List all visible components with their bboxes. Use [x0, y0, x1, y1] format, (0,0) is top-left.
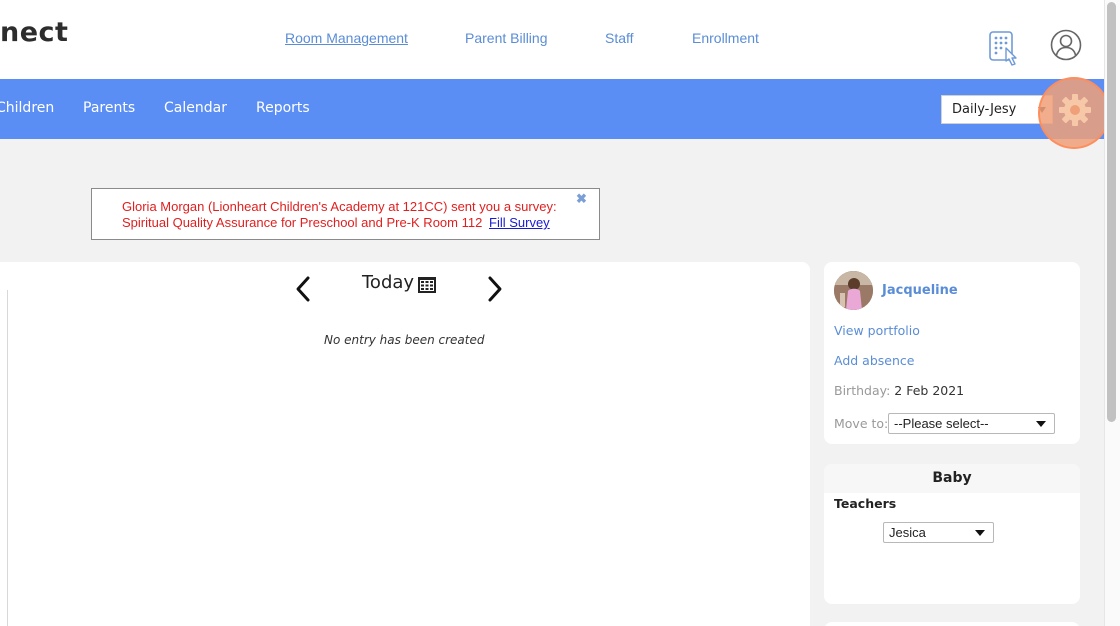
top-header: [0, 0, 1104, 79]
survey-message-line2: Spiritual Quality Assurance for Preschoo…: [122, 215, 483, 230]
nav-item-calendar[interactable]: Calendar: [164, 100, 227, 116]
survey-banner: Gloria Morgan (Lionheart Children's Acad…: [91, 188, 600, 240]
survey-message-line1: Gloria Morgan (Lionheart Children's Acad…: [122, 199, 557, 214]
add-absence-link[interactable]: Add absence: [834, 353, 914, 368]
view-portfolio-link[interactable]: View portfolio: [834, 323, 920, 338]
chevron-down-icon: [975, 530, 985, 536]
app-logo[interactable]: nect: [0, 17, 68, 48]
date-label: Today: [362, 272, 415, 293]
fill-survey-link[interactable]: Fill Survey: [489, 215, 550, 230]
calendar-icon[interactable]: [417, 276, 437, 294]
next-card: [824, 622, 1080, 626]
chevron-down-icon: [1036, 421, 1046, 427]
teacher-select[interactable]: Jesica: [883, 522, 994, 543]
move-to-select-value: --Please select--: [894, 416, 989, 431]
nav-link-enrollment[interactable]: Enrollment: [692, 30, 759, 46]
room-name: Baby: [932, 470, 972, 486]
child-name-link[interactable]: Jacqueline: [882, 283, 958, 298]
birthday-label: Birthday:: [834, 383, 891, 398]
nav-item-parents[interactable]: Parents: [83, 100, 135, 116]
previous-day-arrow-icon[interactable]: [294, 274, 312, 304]
kiosk-keypad-icon[interactable]: [988, 30, 1022, 68]
daily-entries-panel: [0, 262, 810, 626]
nav-link-parent-billing[interactable]: Parent Billing: [465, 30, 548, 46]
divider: [7, 290, 8, 626]
move-to-select[interactable]: --Please select--: [888, 413, 1055, 434]
gear-icon[interactable]: [1058, 93, 1092, 127]
next-day-arrow-icon[interactable]: [486, 274, 504, 304]
teacher-select-value: Jesica: [889, 525, 926, 540]
nav-item-reports[interactable]: Reports: [256, 100, 310, 116]
birthday-value: 2 Feb 2021: [894, 383, 965, 398]
nav-link-staff[interactable]: Staff: [605, 30, 634, 46]
room-select-value: Daily-Jesy: [952, 102, 1017, 117]
move-to-label: Move to:: [834, 416, 889, 431]
child-avatar[interactable]: [834, 271, 873, 310]
empty-state-message: No entry has been created: [324, 333, 485, 347]
teachers-label: Teachers: [834, 496, 897, 511]
user-account-icon[interactable]: [1050, 29, 1082, 61]
close-icon[interactable]: ✖: [576, 191, 587, 207]
nav-item-children[interactable]: Children: [0, 100, 54, 116]
scrollbar-thumb[interactable]: [1107, 2, 1116, 422]
nav-link-room-management[interactable]: Room Management: [285, 30, 408, 46]
birthday-row: Birthday: 2 Feb 2021: [834, 383, 964, 398]
room-select-dropdown[interactable]: Daily-Jesy: [941, 95, 1053, 124]
